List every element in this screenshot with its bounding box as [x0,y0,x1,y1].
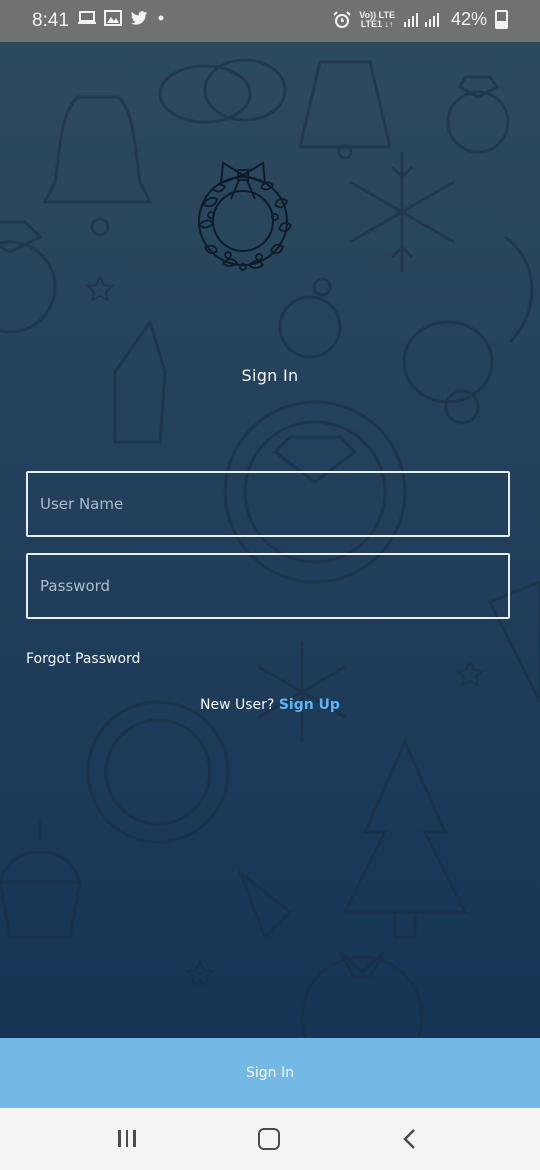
recent-apps-icon[interactable] [118,1130,136,1147]
password-input[interactable] [28,555,508,617]
signal-icon [403,12,439,27]
snowflake-small-icon [258,642,346,742]
password-field[interactable] [26,553,510,619]
rings-icon [158,58,287,124]
bell-icon [42,95,153,237]
party-horn-icon [236,867,293,940]
username-field[interactable] [26,471,510,537]
page-title: Sign In [241,366,299,385]
sign-up-link[interactable]: Sign Up [279,697,340,713]
twitter-icon [130,10,148,25]
status-time: 8:41 [32,10,69,31]
network-type: Vo)) LTE LTE1 ↓↑ [359,10,395,29]
battery-icon [495,10,508,29]
ring-icon [446,75,510,154]
sign-in-button[interactable]: Sign In [0,1038,540,1108]
ring-small-icon [278,277,342,359]
christmas-tree-icon [342,738,468,939]
alarm-icon [333,10,352,28]
snowflake-icon [349,152,455,272]
username-input[interactable] [28,473,508,535]
bottom-wreath-icon [300,950,424,1038]
status-icons-left [78,10,166,26]
status-icons-right: Vo)) LTE LTE1 ↓↑ 42% [333,9,508,30]
navigation-bar [0,1108,540,1170]
back-icon[interactable] [400,1128,420,1150]
sign-in-screen: Sign In Forgot Password New User? Sign U… [0,42,540,1038]
dot-icon [158,15,164,21]
new-user-label: New User? [200,697,279,713]
home-icon[interactable] [258,1128,280,1150]
network-type-bottom: LTE1 ↓↑ [360,18,394,29]
wreath-icon [198,161,293,271]
battery-percent: 42% [450,9,487,29]
bell-pair-icon [298,60,392,160]
status-bar: 8:41 Vo)) LTE LTE1 ↓↑ 42% [0,0,540,42]
ring-left-icon [0,220,57,334]
cupcake-icon [0,822,82,939]
wreath-round-icon [86,700,230,844]
new-user-row: New User? Sign Up [0,697,540,713]
gallery-icon [104,10,122,26]
necklace-icon [402,235,534,425]
laptop-icon [78,11,96,24]
forgot-password-link[interactable]: Forgot Password [26,651,140,667]
